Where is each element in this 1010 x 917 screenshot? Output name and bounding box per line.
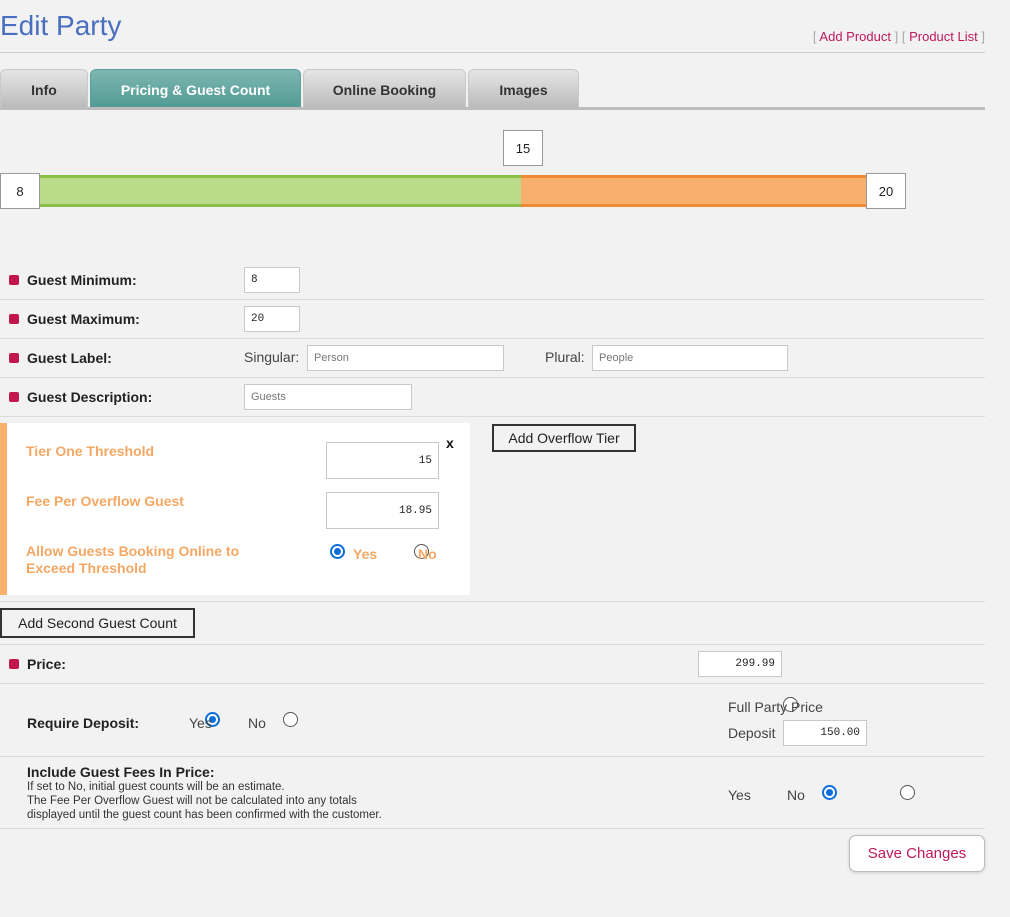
include-guest-fees-note: If set to No, initial guest counts will … (27, 781, 382, 821)
guest-fees-yes-radio[interactable] (821, 785, 837, 800)
guest-description-label: Guest Description: (27, 389, 153, 405)
require-deposit-yes-label: Yes (189, 715, 212, 731)
guest-maximum-label: Guest Maximum: (27, 311, 140, 327)
save-changes-button[interactable]: Save Changes (849, 835, 985, 872)
price-label: Price: (27, 656, 66, 672)
page-title: Edit Party (0, 10, 122, 41)
deposit-input[interactable]: 150.00 (783, 720, 867, 746)
tab-images[interactable]: Images (468, 69, 579, 109)
guest-description-input[interactable]: Guests (244, 384, 412, 410)
allow-exceed-yes-label: Yes (353, 546, 378, 562)
allow-exceed-yes-radio[interactable] (330, 544, 345, 559)
require-deposit-label: Require Deposit: (27, 715, 140, 731)
price-input[interactable]: 299.99 (698, 651, 782, 677)
full-party-price-label: Full Party Price (728, 699, 823, 715)
tab-pricing-guest-count[interactable]: Pricing & Guest Count (90, 69, 301, 109)
remove-tier-icon[interactable]: x (446, 435, 454, 451)
allow-exceed-label: Allow Guests Booking Online to Exceed Th… (26, 543, 240, 576)
fee-per-overflow-label: Fee Per Overflow Guest (26, 493, 184, 509)
require-deposit-no-label: No (248, 715, 266, 731)
guest-maximum-row (0, 300, 985, 339)
add-product-link[interactable]: Add Product (819, 29, 891, 44)
header-divider (0, 52, 985, 53)
product-list-link[interactable]: Product List (909, 29, 978, 44)
slider-threshold-box[interactable]: 15 (503, 130, 543, 166)
plural-input[interactable]: People (592, 345, 788, 371)
tier-threshold-label: Tier One Threshold (26, 443, 155, 459)
guest-minimum-label: Guest Minimum: (27, 272, 137, 288)
required-bullet (9, 659, 19, 669)
singular-label: Singular: (244, 349, 300, 365)
add-overflow-tier-button[interactable]: Add Overflow Tier (492, 424, 636, 452)
slider-max-box[interactable]: 20 (866, 173, 906, 209)
guest-fees-yes-label: Yes (728, 787, 751, 803)
slider-over-threshold-bar (521, 175, 866, 207)
required-bullet (9, 392, 19, 402)
tab-divider (0, 107, 985, 110)
guest-minimum-input[interactable]: 8 (244, 267, 300, 293)
price-row (0, 645, 985, 684)
slider-under-threshold-bar (40, 175, 521, 207)
allow-exceed-no-label: No (418, 546, 437, 562)
tab-bar: Info Pricing & Guest Count Online Bookin… (0, 69, 581, 109)
tier-threshold-input[interactable]: 15 (326, 442, 439, 479)
guest-fees-no-label: No (787, 787, 805, 803)
tab-online-booking[interactable]: Online Booking (303, 69, 466, 109)
include-guest-fees-label: Include Guest Fees In Price: (27, 764, 215, 780)
required-bullet (9, 353, 19, 363)
required-bullet (9, 275, 19, 285)
plural-label: Plural: (545, 349, 585, 365)
deposit-label: Deposit (728, 725, 776, 741)
fee-per-overflow-input[interactable]: 18.95 (326, 492, 439, 529)
singular-input[interactable]: Person (307, 345, 504, 371)
top-links: [ Add Product ] [ Product List ] (812, 29, 985, 44)
guest-maximum-input[interactable]: 20 (244, 306, 300, 332)
required-bullet (9, 314, 19, 324)
guest-label-label: Guest Label: (27, 350, 112, 366)
guest-minimum-row (0, 260, 985, 300)
slider-min-box[interactable]: 8 (0, 173, 40, 209)
tab-info[interactable]: Info (0, 69, 88, 109)
add-second-guest-count-button[interactable]: Add Second Guest Count (0, 608, 195, 638)
